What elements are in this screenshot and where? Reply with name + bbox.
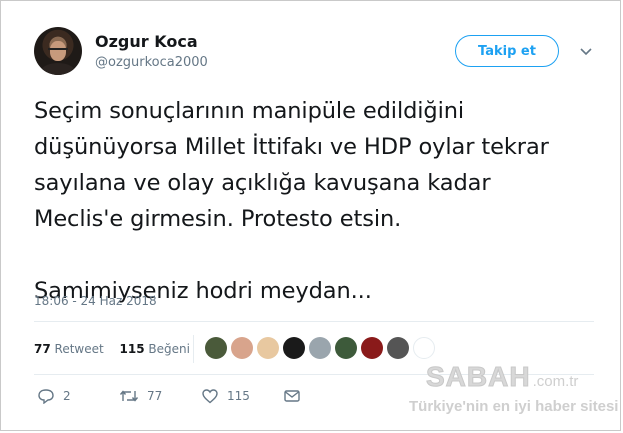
liker-avatar[interactable]	[283, 337, 305, 359]
retweet-count-link[interactable]: 77 Retweet	[34, 342, 104, 356]
tweet-line: sayılana ve olay açıklığa kavuşana kadar	[34, 170, 491, 196]
watermark-tagline: Türkiye'nin en iyi haber sitesi	[409, 398, 619, 415]
tweet-line: Meclis'e girmesin. Protesto etsin.	[34, 206, 402, 232]
divider	[193, 335, 194, 363]
follow-button[interactable]: Takip et	[455, 35, 559, 67]
tweet-text: Seçim sonuçlarının manipüle edildiğini d…	[34, 93, 594, 309]
chevron-down-icon[interactable]	[579, 45, 593, 59]
reply-icon	[38, 389, 54, 404]
liker-avatar[interactable]	[387, 337, 409, 359]
retweet-icon	[119, 390, 139, 402]
user-handle[interactable]: @ozgurkoca2000	[95, 55, 208, 70]
tweet-stats: 77 Retweet 115 Beğeni	[34, 342, 202, 356]
tweet-line: düşünüyorsa Millet İttifakı ve HDP oylar…	[34, 134, 549, 160]
retweet-button[interactable]: 77	[119, 388, 201, 404]
liker-avatar[interactable]	[205, 337, 227, 359]
watermark-logo: SABAH	[426, 361, 531, 393]
like-label: Beğeni	[148, 342, 190, 356]
like-button[interactable]: 115	[201, 388, 283, 404]
liker-avatar[interactable]	[231, 337, 253, 359]
avatar[interactable]	[34, 27, 82, 75]
envelope-icon	[284, 390, 300, 402]
reply-count: 2	[63, 389, 71, 403]
timestamp[interactable]: 18:06 - 24 Haz 2018	[34, 294, 157, 308]
liker-avatar[interactable]	[413, 337, 435, 359]
liker-avatars	[205, 337, 435, 359]
user-name[interactable]: Ozgur Koca	[95, 32, 198, 51]
reply-button[interactable]: 2	[37, 388, 119, 404]
divider	[34, 321, 594, 322]
dm-button[interactable]	[283, 388, 365, 404]
like-count: 115	[119, 342, 145, 356]
liker-avatar[interactable]	[309, 337, 331, 359]
retweet-label: Retweet	[54, 342, 104, 356]
liker-avatar[interactable]	[361, 337, 383, 359]
heart-icon	[202, 389, 218, 404]
liker-avatar[interactable]	[257, 337, 279, 359]
like-count-link[interactable]: 115 Beğeni	[120, 342, 190, 356]
retweet-count: 77	[34, 342, 51, 356]
tweet-card: Ozgur Koca @ozgurkoca2000 Takip et Seçim…	[0, 0, 621, 431]
tweet-actions: 2 77 115	[37, 388, 365, 404]
watermark-domain: .com.tr	[532, 373, 579, 390]
retweet-action-count: 77	[147, 389, 163, 403]
tweet-line: Seçim sonuçlarının manipüle edildiğini	[34, 98, 465, 124]
sabah-watermark: SABAH .com.tr Türkiye'nin en iyi haber si…	[409, 361, 618, 416]
liker-avatar[interactable]	[335, 337, 357, 359]
like-action-count: 115	[227, 389, 250, 403]
